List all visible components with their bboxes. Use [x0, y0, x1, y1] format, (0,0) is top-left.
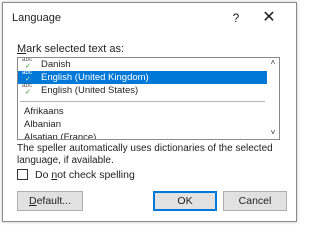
dialog-title: Language — [12, 12, 61, 24]
language-listbox[interactable]: abc ✓ Danish abc ✓ English (United Kingdom… — [17, 57, 280, 140]
language-item-label: Afrikaans — [24, 106, 64, 117]
title-bar: Language ? ✕ — [3, 3, 296, 33]
mark-label-text: ark selected text as: — [26, 43, 124, 55]
language-list-items: abc ✓ Danish abc ✓ English (United Kingdom… — [18, 58, 267, 140]
scroll-down-arrow-icon[interactable]: ˅ — [268, 128, 278, 138]
language-item-albanian[interactable]: Albanian — [18, 118, 267, 131]
language-dialog: Language ? ✕ Mark selected text as: abc ✓… — [2, 2, 297, 222]
list-separator — [20, 101, 265, 102]
spellcheck-icon: abc ✓ — [22, 83, 33, 96]
spellcheck-icon: abc ✓ — [22, 70, 33, 83]
language-item-danish[interactable]: abc ✓ Danish — [18, 58, 267, 71]
language-item-english-uk[interactable]: abc ✓ English (United Kingdom) — [18, 70, 267, 84]
language-item-alsatian-france[interactable]: Alsatian (France) — [18, 131, 267, 140]
do-not-check-spelling-checkbox[interactable] — [17, 169, 28, 180]
language-item-label: Albanian — [24, 119, 61, 130]
default-button[interactable]: Default... — [17, 191, 83, 211]
mark-label-accelerator: M — [17, 43, 27, 55]
language-item-english-us[interactable]: abc ✓ English (United States) — [18, 83, 267, 97]
close-button[interactable]: ✕ — [260, 10, 278, 28]
cancel-button[interactable]: Cancel — [223, 191, 287, 211]
listbox-scrollbar[interactable]: ˄ ˅ — [267, 58, 279, 139]
mark-selected-text-label: Mark selected text as: — [17, 43, 124, 55]
do-not-check-spelling-label[interactable]: Do not check spelling — [35, 169, 135, 181]
ok-button[interactable]: OK — [153, 191, 217, 211]
language-item-label: Danish — [41, 59, 71, 70]
speller-info-text: The speller automatically uses dictionar… — [17, 143, 273, 166]
help-button[interactable]: ? — [229, 12, 243, 26]
spellcheck-icon: abc ✓ — [22, 57, 33, 70]
language-item-label: English (United Kingdom) — [41, 72, 149, 83]
language-item-afrikaans[interactable]: Afrikaans — [18, 105, 267, 118]
language-item-label: English (United States) — [41, 85, 139, 96]
scroll-up-arrow-icon[interactable]: ˄ — [268, 58, 278, 68]
language-item-label: Alsatian (France) — [24, 132, 97, 140]
